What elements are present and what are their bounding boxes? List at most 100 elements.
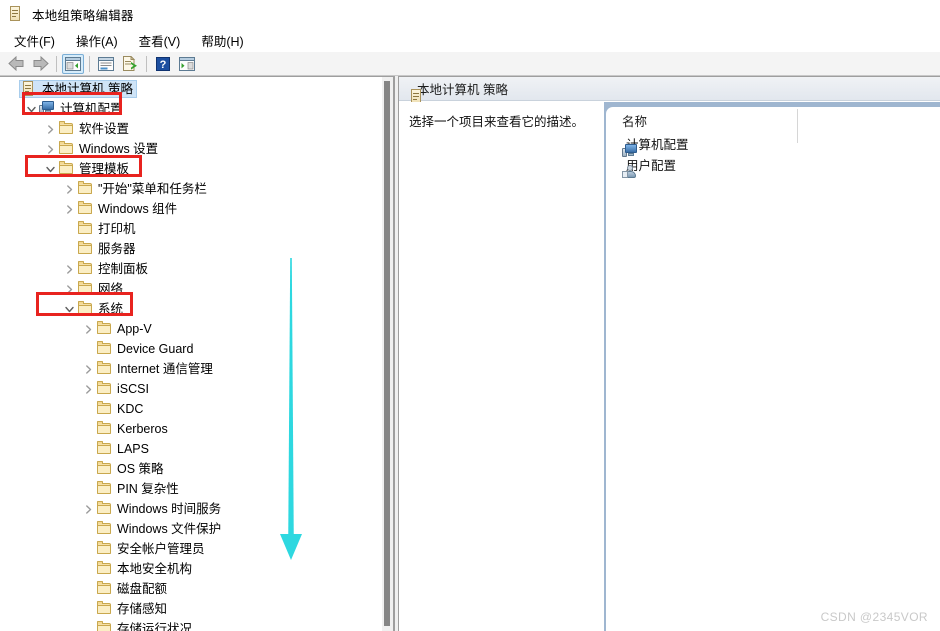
show-action-pane-icon[interactable] bbox=[176, 54, 198, 74]
tree-node-软件设置[interactable]: 软件设置 bbox=[0, 119, 382, 139]
tree-node-os-策略[interactable]: OS 策略 bbox=[0, 459, 382, 479]
tree-node-label: KDC bbox=[117, 402, 144, 416]
tree-node-label: Internet 通信管理 bbox=[117, 362, 213, 376]
folder-icon bbox=[77, 261, 93, 277]
tree-node-label: 软件设置 bbox=[79, 122, 130, 136]
tree-node-服务器[interactable]: 服务器 bbox=[0, 239, 382, 259]
tree-node-internet-通信管理[interactable]: Internet 通信管理 bbox=[0, 359, 382, 379]
folder-icon bbox=[96, 421, 112, 437]
folder-icon bbox=[77, 201, 93, 217]
tree-node-content: 本地计算机 策略 bbox=[19, 80, 137, 98]
tree-node-磁盘配额[interactable]: 磁盘配额 bbox=[0, 579, 382, 599]
tree-node-content: Windows 文件保护 bbox=[96, 520, 221, 538]
tree-node-label: App-V bbox=[117, 322, 152, 336]
folder-icon bbox=[96, 521, 112, 537]
show-tree-pane-icon[interactable] bbox=[62, 53, 84, 74]
folder-icon bbox=[77, 221, 93, 237]
tree-node-label: 计算机配置 bbox=[60, 102, 123, 116]
column-header-name[interactable]: 名称 bbox=[622, 111, 647, 130]
tree-node-content: 服务器 bbox=[77, 240, 136, 258]
main-content: 本地计算机 策略 计算机配置 软件设置 Windows 设置 管理模板 "开始"菜单和任务… bbox=[0, 76, 940, 631]
folder-icon bbox=[96, 401, 112, 417]
tree-node-device-guard[interactable]: Device Guard bbox=[0, 339, 382, 359]
tree-node-label: 打印机 bbox=[98, 222, 136, 236]
tree-node-label: 服务器 bbox=[98, 242, 136, 256]
tree-node-网络[interactable]: 网络 bbox=[0, 279, 382, 299]
tree-node-content: 存储运行状况 bbox=[96, 620, 192, 631]
chevron-down-icon[interactable] bbox=[42, 161, 58, 177]
folder-icon bbox=[58, 141, 74, 157]
folder-icon bbox=[96, 381, 112, 397]
forward-arrow-icon[interactable] bbox=[29, 54, 51, 74]
tree-node-计算机配置[interactable]: 计算机配置 bbox=[0, 99, 382, 119]
folder-icon bbox=[77, 241, 93, 257]
folder-icon bbox=[96, 501, 112, 517]
tree-node-content: OS 策略 bbox=[96, 460, 164, 478]
chevron-right-icon[interactable] bbox=[42, 121, 58, 137]
chevron-down-icon[interactable] bbox=[61, 301, 77, 317]
tree-node-本地安全机构[interactable]: 本地安全机构 bbox=[0, 559, 382, 579]
chevron-right-icon[interactable] bbox=[61, 261, 77, 277]
chevron-right-icon[interactable] bbox=[80, 321, 96, 337]
column-divider[interactable] bbox=[797, 109, 798, 143]
tree-node-app-v[interactable]: App-V bbox=[0, 319, 382, 339]
tree-node-系统[interactable]: 系统 bbox=[0, 299, 382, 319]
tree-node-iscsi[interactable]: iSCSI bbox=[0, 379, 382, 399]
tree-vertical-scrollbar[interactable] bbox=[382, 77, 393, 631]
tree-node-windows-文件保护[interactable]: Windows 文件保护 bbox=[0, 519, 382, 539]
chevron-right-icon[interactable] bbox=[80, 501, 96, 517]
properties-icon[interactable] bbox=[95, 54, 117, 74]
tree-node-label: "开始"菜单和任务栏 bbox=[98, 182, 207, 196]
tree-node-pin-复杂性[interactable]: PIN 复杂性 bbox=[0, 479, 382, 499]
chevron-right-icon[interactable] bbox=[80, 361, 96, 377]
tree-node-label: 本地安全机构 bbox=[117, 562, 193, 576]
details-header: 本地计算机 策略 bbox=[399, 77, 940, 104]
chevron-right-icon[interactable] bbox=[61, 181, 77, 197]
export-list-icon[interactable] bbox=[119, 54, 141, 74]
list-column-header: 名称 bbox=[606, 107, 940, 133]
watermark: CSDN @2345VOR bbox=[820, 610, 928, 624]
chevron-right-icon[interactable] bbox=[42, 141, 58, 157]
tree-node-存储运行状况[interactable]: 存储运行状况 bbox=[0, 619, 382, 631]
tree-node-管理模板[interactable]: 管理模板 bbox=[0, 159, 382, 179]
tree-node-存储感知[interactable]: 存储感知 bbox=[0, 599, 382, 619]
tree-node-kdc[interactable]: KDC bbox=[0, 399, 382, 419]
tree-node-content: Internet 通信管理 bbox=[96, 360, 213, 378]
tree-node-content: 安全帐户管理员 bbox=[96, 540, 205, 558]
tree-node-windows-设置[interactable]: Windows 设置 bbox=[0, 139, 382, 159]
tree-node-windows-组件[interactable]: Windows 组件 bbox=[0, 199, 382, 219]
list-item[interactable]: 计算机配置 bbox=[606, 133, 940, 157]
list-item[interactable]: 用户配置 bbox=[606, 154, 940, 178]
folder-icon bbox=[96, 581, 112, 597]
tree-node-安全帐户管理员[interactable]: 安全帐户管理员 bbox=[0, 539, 382, 559]
tree-node-kerberos[interactable]: Kerberos bbox=[0, 419, 382, 439]
folder-icon bbox=[58, 121, 74, 137]
menu-action[interactable]: 操作(A) bbox=[72, 29, 127, 52]
tree-node-windows-时间服务[interactable]: Windows 时间服务 bbox=[0, 499, 382, 519]
tree-node-content: 软件设置 bbox=[58, 120, 129, 138]
tree-node-root[interactable]: 本地计算机 策略 bbox=[0, 79, 382, 99]
chevron-right-icon[interactable] bbox=[61, 281, 77, 297]
tree-node-content: 磁盘配额 bbox=[96, 580, 167, 598]
menu-help[interactable]: 帮助(H) bbox=[197, 29, 252, 52]
computer-icon bbox=[39, 101, 55, 117]
menu-file[interactable]: 文件(F) bbox=[10, 29, 64, 52]
tree-node-label: 控制面板 bbox=[98, 262, 149, 276]
tree-node-打印机[interactable]: 打印机 bbox=[0, 219, 382, 239]
chevron-right-icon[interactable] bbox=[61, 201, 77, 217]
tree-node-控制面板[interactable]: 控制面板 bbox=[0, 259, 382, 279]
chevron-down-icon[interactable] bbox=[23, 101, 39, 117]
details-header-title: 本地计算机 策略 bbox=[417, 83, 508, 97]
menu-view[interactable]: 查看(V) bbox=[135, 29, 190, 52]
tree-node--开始-菜单和任务栏[interactable]: "开始"菜单和任务栏 bbox=[0, 179, 382, 199]
tree-node-content: 打印机 bbox=[77, 220, 136, 238]
tree-node-content: KDC bbox=[96, 400, 143, 418]
chevron-right-icon[interactable] bbox=[80, 381, 96, 397]
scrollbar-thumb[interactable] bbox=[384, 81, 390, 626]
back-arrow-icon[interactable] bbox=[5, 54, 27, 74]
tree-node-laps[interactable]: LAPS bbox=[0, 439, 382, 459]
help-question-icon[interactable]: ? bbox=[152, 54, 174, 74]
